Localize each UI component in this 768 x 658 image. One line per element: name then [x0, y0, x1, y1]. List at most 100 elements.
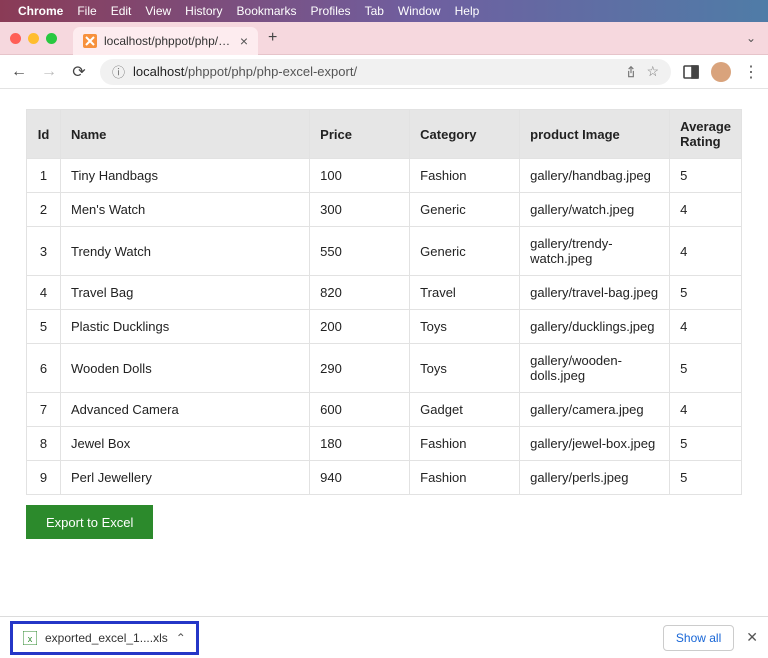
- table-row: 1Tiny Handbags100Fashiongallery/handbag.…: [27, 159, 742, 193]
- cell-name: Plastic Ducklings: [61, 310, 310, 344]
- th-rating: Average Rating: [670, 110, 742, 159]
- cell-image: gallery/watch.jpeg: [520, 193, 670, 227]
- cell-id: 4: [27, 276, 61, 310]
- cell-id: 6: [27, 344, 61, 393]
- table-row: 7Advanced Camera600Gadgetgallery/camera.…: [27, 393, 742, 427]
- url-text: localhost/phppot/php/php-excel-export/: [133, 64, 616, 79]
- tab-close-icon[interactable]: ×: [240, 33, 248, 49]
- show-all-downloads-button[interactable]: Show all: [663, 625, 734, 651]
- cell-price: 600: [310, 393, 410, 427]
- cell-name: Advanced Camera: [61, 393, 310, 427]
- cell-name: Tiny Handbags: [61, 159, 310, 193]
- cell-name: Men's Watch: [61, 193, 310, 227]
- menu-bookmarks[interactable]: Bookmarks: [237, 4, 297, 18]
- cell-price: 290: [310, 344, 410, 393]
- menu-tab[interactable]: Tab: [365, 4, 384, 18]
- download-menu-chevron-icon[interactable]: ⌃: [176, 631, 186, 645]
- download-item[interactable]: x exported_excel_1....xls ⌃: [10, 621, 199, 655]
- cell-category: Fashion: [410, 461, 520, 495]
- bookmark-star-icon[interactable]: ☆: [646, 63, 659, 80]
- cell-image: gallery/ducklings.jpeg: [520, 310, 670, 344]
- cell-rating: 4: [670, 193, 742, 227]
- reload-button[interactable]: ⟳: [70, 62, 88, 82]
- cell-name: Perl Jewellery: [61, 461, 310, 495]
- forward-button[interactable]: →: [40, 63, 58, 81]
- profile-avatar[interactable]: [711, 62, 731, 82]
- cell-category: Travel: [410, 276, 520, 310]
- menu-window[interactable]: Window: [398, 4, 441, 18]
- browser-tab[interactable]: localhost/phppot/php/php-exc ×: [73, 27, 258, 55]
- chrome-menu-button[interactable]: ⋮: [743, 62, 758, 82]
- cell-rating: 5: [670, 344, 742, 393]
- cell-category: Gadget: [410, 393, 520, 427]
- cell-price: 100: [310, 159, 410, 193]
- address-bar[interactable]: ⓘ localhost/phppot/php/php-excel-export/…: [100, 59, 671, 85]
- tab-strip: localhost/phppot/php/php-exc × + ⌄: [0, 22, 768, 55]
- cell-id: 5: [27, 310, 61, 344]
- cell-image: gallery/handbag.jpeg: [520, 159, 670, 193]
- products-table: Id Name Price Category product Image Ave…: [26, 109, 742, 495]
- download-shelf: x exported_excel_1....xls ⌃ Show all ✕: [0, 616, 768, 658]
- cell-rating: 5: [670, 461, 742, 495]
- cell-category: Fashion: [410, 427, 520, 461]
- cell-image: gallery/trendy-watch.jpeg: [520, 227, 670, 276]
- menu-view[interactable]: View: [145, 4, 171, 18]
- menu-history[interactable]: History: [185, 4, 222, 18]
- cell-price: 300: [310, 193, 410, 227]
- cell-id: 9: [27, 461, 61, 495]
- window-minimize-button[interactable]: [28, 33, 39, 44]
- tab-title: localhost/phppot/php/php-exc: [104, 34, 233, 48]
- new-tab-button[interactable]: +: [268, 29, 277, 47]
- cell-name: Wooden Dolls: [61, 344, 310, 393]
- cell-name: Jewel Box: [61, 427, 310, 461]
- cell-category: Toys: [410, 344, 520, 393]
- th-price: Price: [310, 110, 410, 159]
- cell-price: 940: [310, 461, 410, 495]
- menu-help[interactable]: Help: [455, 4, 480, 18]
- cell-image: gallery/perls.jpeg: [520, 461, 670, 495]
- th-name: Name: [61, 110, 310, 159]
- svg-text:x: x: [28, 634, 33, 644]
- cell-price: 180: [310, 427, 410, 461]
- menu-profiles[interactable]: Profiles: [311, 4, 351, 18]
- cell-rating: 4: [670, 310, 742, 344]
- browser-toolbar: ← → ⟳ ⓘ localhost/phppot/php/php-excel-e…: [0, 55, 768, 89]
- th-id: Id: [27, 110, 61, 159]
- cell-rating: 5: [670, 276, 742, 310]
- table-row: 3Trendy Watch550Genericgallery/trendy-wa…: [27, 227, 742, 276]
- cell-name: Trendy Watch: [61, 227, 310, 276]
- xampp-favicon-icon: [83, 34, 97, 48]
- menu-edit[interactable]: Edit: [111, 4, 132, 18]
- table-header-row: Id Name Price Category product Image Ave…: [27, 110, 742, 159]
- table-row: 2Men's Watch300Genericgallery/watch.jpeg…: [27, 193, 742, 227]
- menu-file[interactable]: File: [77, 4, 96, 18]
- cell-rating: 4: [670, 393, 742, 427]
- window-zoom-button[interactable]: [46, 33, 57, 44]
- share-icon[interactable]: [624, 65, 638, 79]
- menu-app[interactable]: Chrome: [18, 4, 63, 18]
- cell-category: Toys: [410, 310, 520, 344]
- cell-id: 7: [27, 393, 61, 427]
- close-download-shelf-icon[interactable]: ✕: [746, 629, 758, 646]
- cell-category: Generic: [410, 193, 520, 227]
- cell-price: 820: [310, 276, 410, 310]
- cell-id: 1: [27, 159, 61, 193]
- back-button[interactable]: ←: [10, 63, 28, 81]
- export-to-excel-button[interactable]: Export to Excel: [26, 505, 153, 539]
- cell-name: Travel Bag: [61, 276, 310, 310]
- cell-image: gallery/camera.jpeg: [520, 393, 670, 427]
- window-close-button[interactable]: [10, 33, 21, 44]
- expand-tabs-icon[interactable]: ⌄: [746, 31, 756, 45]
- site-info-icon[interactable]: ⓘ: [112, 62, 125, 81]
- cell-id: 3: [27, 227, 61, 276]
- cell-image: gallery/wooden-dolls.jpeg: [520, 344, 670, 393]
- cell-category: Fashion: [410, 159, 520, 193]
- download-filename: exported_excel_1....xls: [45, 631, 168, 645]
- cell-price: 200: [310, 310, 410, 344]
- cell-rating: 5: [670, 427, 742, 461]
- cell-id: 2: [27, 193, 61, 227]
- cell-rating: 5: [670, 159, 742, 193]
- th-category: Category: [410, 110, 520, 159]
- sidepanel-icon[interactable]: [683, 65, 699, 79]
- window-controls: [10, 33, 57, 44]
